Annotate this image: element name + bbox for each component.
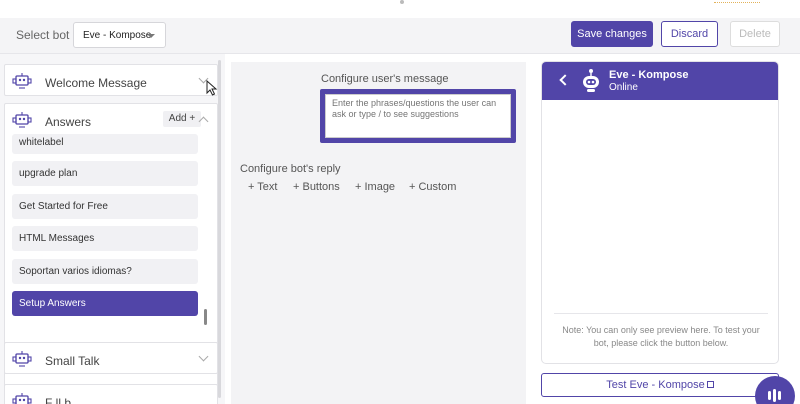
save-changes-button[interactable]: Save changes: [571, 21, 653, 47]
section-small-talk[interactable]: Small Talk: [4, 342, 218, 374]
add-image-option[interactable]: + Image: [355, 181, 395, 193]
section-welcome-message[interactable]: Welcome Message: [4, 64, 218, 96]
discard-button[interactable]: Discard: [661, 21, 718, 47]
section-fallback[interactable]: F ll b: [4, 384, 218, 404]
top-dotted-line: [714, 2, 760, 3]
bot-select[interactable]: Eve - Kompose: [73, 22, 166, 48]
divider: [554, 313, 768, 314]
external-link-icon: [706, 381, 714, 388]
add-buttons-option[interactable]: + Buttons: [293, 181, 340, 193]
user-message-label: Configure user's message: [321, 73, 449, 85]
bot-icon: [12, 351, 32, 367]
caret-down-icon: [147, 34, 155, 38]
add-text-option[interactable]: + Text: [248, 181, 277, 193]
section-title: Small Talk: [45, 354, 100, 368]
editor-panel: Configure user's message Configure bot's…: [231, 62, 526, 404]
toolbar: Select bot Eve - Kompose Save changes Di…: [0, 18, 800, 54]
chevron-down-icon[interactable]: [198, 351, 209, 362]
answer-item[interactable]: HTML Messages: [12, 226, 198, 251]
user-message-input[interactable]: [325, 94, 511, 138]
test-bot-label: Test Eve - Kompose: [606, 379, 705, 391]
chat-preview: Eve - Kompose Online Note: You can only …: [541, 61, 779, 364]
bot-status: Online: [609, 82, 638, 93]
answer-item-active[interactable]: Setup Answers: [12, 291, 198, 316]
back-arrow-icon[interactable]: [559, 74, 571, 86]
section-title: F ll b: [45, 396, 72, 404]
select-bot-label: Select bot: [16, 28, 70, 42]
sidebar-scrollbar[interactable]: [218, 60, 221, 398]
chat-bar-icon: [773, 389, 776, 402]
chat-bar-icon: [768, 391, 771, 400]
answer-item[interactable]: whitelabel: [12, 134, 198, 154]
preview-note: Note: You can only see preview here. To …: [562, 325, 760, 348]
top-strip: [0, 0, 800, 18]
chat-bar-icon: [778, 391, 781, 400]
bot-avatar-icon: [583, 69, 599, 92]
add-custom-option[interactable]: + Custom: [409, 181, 456, 193]
bot-name: Eve - Kompose: [609, 69, 689, 81]
section-title: Answers: [45, 115, 92, 129]
answer-item[interactable]: Soportan varios idiomas?: [12, 259, 198, 284]
bot-icon: [12, 393, 32, 404]
bot-icon: [12, 73, 32, 89]
bot-reply-label: Configure bot's reply: [240, 163, 341, 175]
user-message-box: [320, 89, 516, 143]
delete-button[interactable]: Delete: [730, 21, 780, 47]
section-title: Welcome Message: [45, 76, 147, 90]
test-bot-button[interactable]: Test Eve - Kompose: [541, 373, 779, 397]
answer-item[interactable]: Get Started for Free: [12, 194, 198, 219]
answer-item[interactable]: upgrade plan: [12, 161, 198, 186]
chat-preview-header: Eve - Kompose Online: [542, 62, 778, 100]
sidebar: Welcome Message Answers Add + whitelabel…: [0, 54, 225, 404]
bot-select-value: Eve - Kompose: [83, 30, 152, 41]
add-answer-button[interactable]: Add +: [163, 111, 201, 127]
chat-launcher-button[interactable]: [755, 376, 795, 404]
mouse-cursor-icon: [206, 80, 218, 96]
top-indicator: [400, 0, 404, 4]
bot-icon: [12, 112, 32, 128]
answers-scrollbar-thumb[interactable]: [204, 309, 207, 325]
